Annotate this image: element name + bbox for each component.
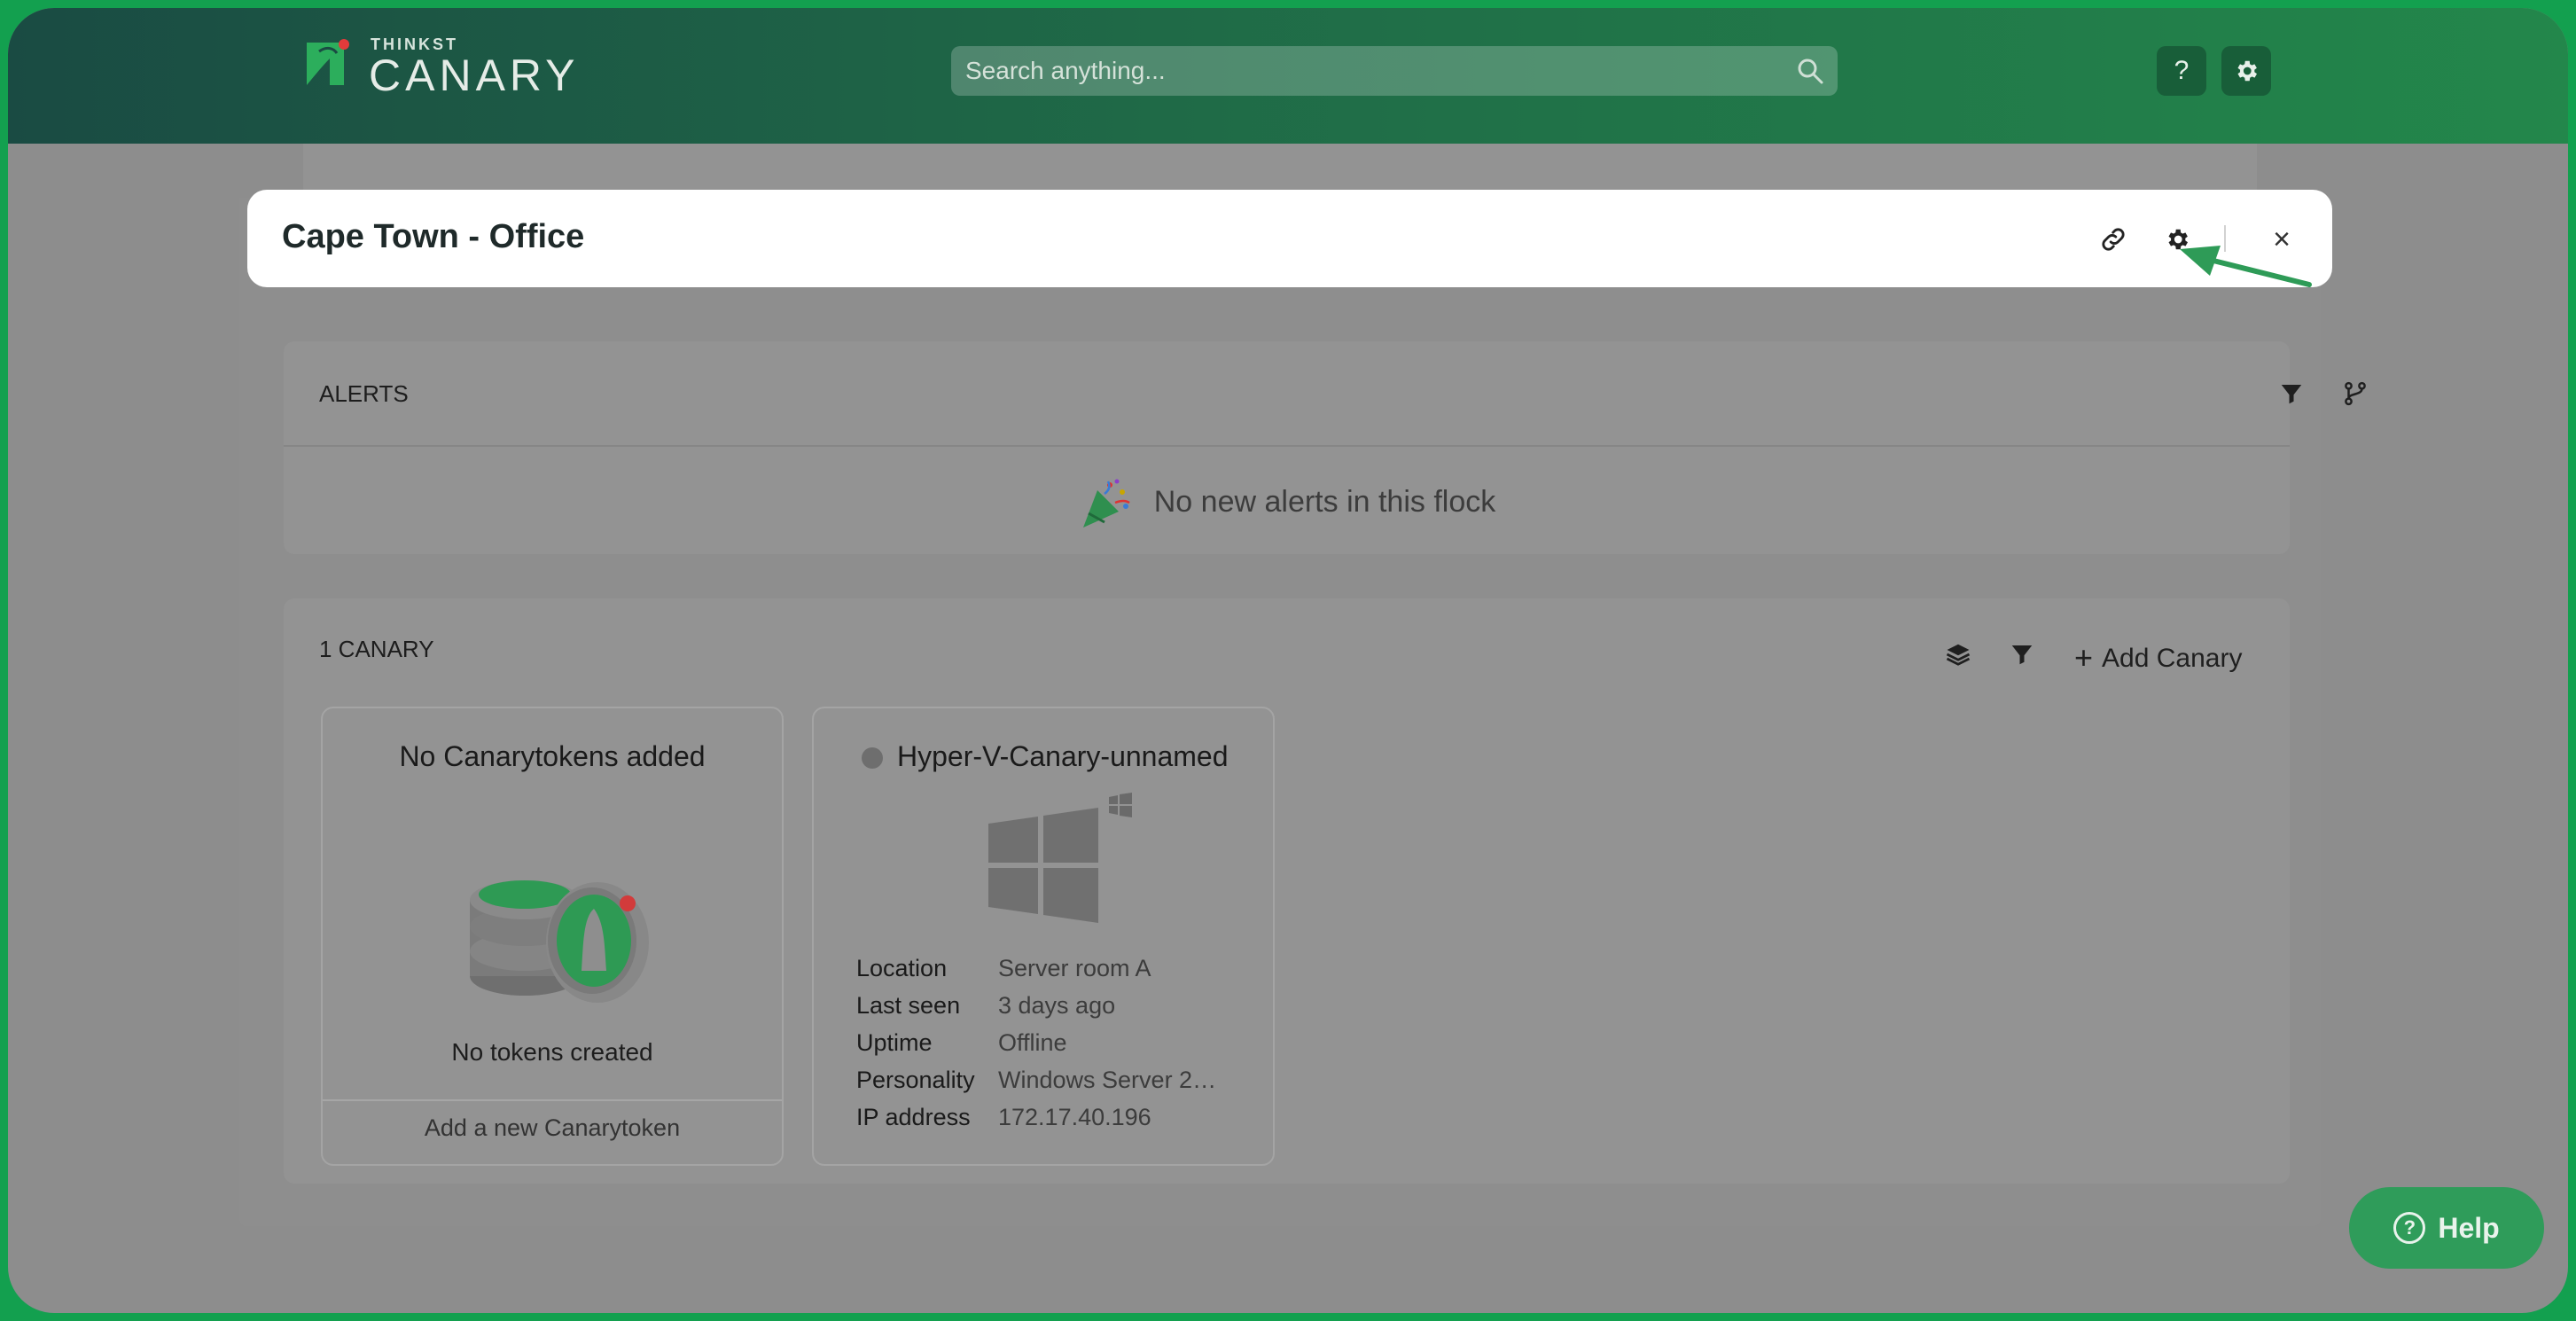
token-coins-icon xyxy=(470,880,649,1003)
pointer-arrow-icon xyxy=(2180,246,2312,287)
canarytokens-card-title: No Canarytokens added xyxy=(399,740,706,772)
canary-device-card[interactable]: Hyper-V-Canary-unnamed Location Server ro… xyxy=(812,707,1275,1166)
windows-logo-icon xyxy=(988,793,1132,923)
alerts-panel: ALERTS No new alerts in this flock xyxy=(284,341,2366,554)
help-icon: ? xyxy=(2174,56,2190,85)
group-layers-button[interactable] xyxy=(1943,639,1973,669)
filter-icon xyxy=(2281,385,2302,404)
gear-icon xyxy=(2237,60,2257,82)
plus-icon: + xyxy=(2074,639,2094,676)
filter-icon xyxy=(2011,645,2033,665)
no-alerts-message: No new alerts in this flock xyxy=(284,476,2290,531)
add-canary-button[interactable]: + Add Canary xyxy=(2074,639,2242,676)
device-name: Hyper-V-Canary-unnamed xyxy=(897,740,1229,772)
detail-ip-address: IP address 172.17.40.196 xyxy=(856,1104,1151,1130)
no-alerts-text: No new alerts in this flock xyxy=(1153,484,1496,519)
detail-last-seen: Last seen 3 days ago xyxy=(856,992,1116,1019)
branch-icon xyxy=(2345,381,2366,406)
offline-status-dot xyxy=(862,747,883,769)
modal-title: Cape Town - Office xyxy=(282,218,585,255)
background-page-card xyxy=(303,144,2257,197)
alerts-filter-button[interactable] xyxy=(2276,379,2307,409)
top-bar: THINKST CANARY ? xyxy=(8,8,2568,144)
canary-logo-mark-icon xyxy=(307,39,349,85)
app-window: THINKST CANARY ? ALERTS xyxy=(8,8,2568,1313)
add-canarytoken-link[interactable]: Add a new Canarytoken xyxy=(323,1114,782,1142)
layers-icon xyxy=(1946,644,1971,666)
search-icon xyxy=(1798,59,1823,84)
help-chat-label: Help xyxy=(2438,1211,2500,1244)
canarytokens-card[interactable]: No Canarytokens added No tokens created xyxy=(321,707,784,1166)
search-input[interactable] xyxy=(951,46,1838,96)
copy-link-button[interactable] xyxy=(2097,223,2129,255)
add-canary-label: Add Canary xyxy=(2102,644,2243,673)
flock-modal-body: ALERTS No new alerts in this flock 1 CAN… xyxy=(239,198,2366,1226)
canary-count-label: 1 CANARY xyxy=(319,636,434,662)
no-tokens-text: No tokens created xyxy=(451,1038,653,1066)
party-popper-icon xyxy=(1082,479,1130,528)
detail-location: Location Server room A xyxy=(856,955,1151,981)
alerts-panel-label: ALERTS xyxy=(319,380,409,407)
logo-text-big: CANARY xyxy=(369,51,580,100)
canary-panel: 1 CANARY + Add Canary No Canarytokens add… xyxy=(284,598,2290,1184)
alerts-branch-button[interactable] xyxy=(2340,379,2370,409)
settings-button[interactable] xyxy=(2221,46,2271,96)
question-circle-icon: ? xyxy=(2393,1212,2426,1244)
canary-logo[interactable]: THINKST CANARY xyxy=(303,32,622,100)
alerts-divider xyxy=(284,445,2290,447)
card-divider xyxy=(323,1099,782,1101)
help-chat-button[interactable]: ? Help xyxy=(2349,1187,2544,1269)
link-icon xyxy=(2102,228,2125,251)
flock-modal-header: Cape Town - Office × xyxy=(247,190,2332,287)
detail-uptime: Uptime Offline xyxy=(856,1029,1067,1056)
detail-personality: Personality Windows Server 2… xyxy=(856,1067,1217,1093)
help-button[interactable]: ? xyxy=(2157,46,2206,96)
canary-filter-button[interactable] xyxy=(2007,639,2037,669)
